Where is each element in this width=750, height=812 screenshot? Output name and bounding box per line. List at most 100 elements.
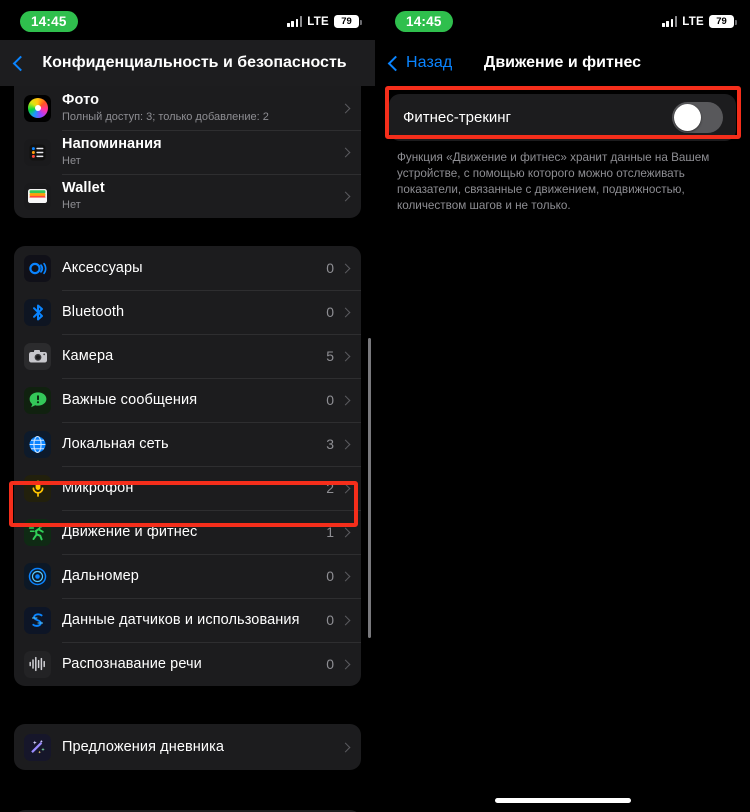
list-item[interactable]: Напоминания Нет <box>14 130 361 174</box>
list-item-text: Данные датчиков и использования <box>62 606 326 634</box>
list-item[interactable]: Bluetooth 0 <box>14 290 361 334</box>
chevron-right-icon <box>340 659 351 669</box>
list-item-text: Bluetooth <box>62 298 326 326</box>
right-phone-screen: 14:45 LTE 79 Назад Движение и фитнес Фит… <box>375 0 750 812</box>
status-indicators: LTE 79 <box>287 15 362 28</box>
motion-fitness-icon <box>24 518 51 546</box>
back-button-left[interactable] <box>0 55 29 71</box>
list-item-text: Напоминания Нет <box>62 131 342 173</box>
list-item[interactable]: Камера 5 <box>14 334 361 378</box>
signal-bars-icon <box>662 16 678 27</box>
page-title-left: Конфиденциальность и безопасность <box>42 54 347 71</box>
chevron-right-icon <box>340 742 351 752</box>
status-time: 14:45 <box>20 11 78 32</box>
chevron-right-icon <box>340 439 351 449</box>
scrollbar-thumb[interactable] <box>368 338 371 638</box>
photos-icon <box>24 94 51 122</box>
list-item[interactable]: Распознавание речи 0 <box>14 642 361 686</box>
list-item[interactable]: Фото Полный доступ: 3; только добавление… <box>14 86 361 130</box>
speech-recognition-icon <box>24 650 51 678</box>
list-item-title: Микрофон <box>62 480 134 496</box>
list-item-title: Аксессуары <box>62 260 143 276</box>
list-item[interactable]: Дальномер 0 <box>14 554 361 598</box>
list-item[interactable]: Микрофон 2 <box>14 466 361 510</box>
wallet-icon <box>24 182 51 210</box>
list-item-subtitle: Полный доступ: 3; только добавление: 2 <box>62 111 269 123</box>
battery-level: 79 <box>716 16 727 27</box>
chevron-right-icon <box>340 263 351 273</box>
list-item[interactable]: Wallet Нет <box>14 174 361 218</box>
list-item-text: Wallet Нет <box>62 175 342 217</box>
battery-icon: 79 <box>334 15 362 28</box>
dual-screenshot-container: 14:45 LTE 79 Конфиденциальность и безопа… <box>0 0 750 812</box>
list-item-title: Фото <box>62 92 100 108</box>
list-item-value: 0 <box>326 612 334 628</box>
reminders-icon <box>24 138 51 166</box>
signal-bars-icon <box>287 16 303 27</box>
home-indicator <box>494 798 631 803</box>
battery-icon: 79 <box>709 15 737 28</box>
chevron-right-icon <box>340 307 351 317</box>
list-item-text: Локальная сеть <box>62 430 326 458</box>
settings-scroll-area[interactable]: Фото Полный доступ: 3; только добавление… <box>0 86 375 812</box>
left-phone-screen: 14:45 LTE 79 Конфиденциальность и безопа… <box>0 0 375 812</box>
list-item-value: 0 <box>326 656 334 672</box>
accessories-icon <box>24 254 51 282</box>
list-item-value: 0 <box>326 260 334 276</box>
list-item-title: Распознавание речи <box>62 656 202 672</box>
back-button-right[interactable]: Назад <box>375 54 452 72</box>
fitness-tracking-toggle[interactable] <box>672 102 723 133</box>
chevron-right-icon <box>340 103 351 113</box>
camera-icon <box>24 342 51 370</box>
bluetooth-icon <box>24 298 51 326</box>
chevron-left-icon <box>12 55 29 71</box>
list-item-text: Фото Полный доступ: 3; только добавление… <box>62 87 342 129</box>
chevron-right-icon <box>340 191 351 201</box>
list-item-text: Микрофон <box>62 474 326 502</box>
list-item[interactable]: Аксессуары 0 <box>14 246 361 290</box>
list-item[interactable]: Важные сообщения 0 <box>14 378 361 422</box>
back-button-label: Назад <box>406 54 453 71</box>
list-item[interactable]: Локальная сеть 3 <box>14 422 361 466</box>
fitness-tracking-description: Функция «Движение и фитнес» хранит данны… <box>397 151 710 212</box>
local-network-icon <box>24 430 51 458</box>
list-item-value: 0 <box>326 304 334 320</box>
chevron-right-icon <box>340 615 351 625</box>
status-indicators: LTE 79 <box>662 15 737 28</box>
chevron-right-icon <box>340 483 351 493</box>
card-journal-suggestions: Предложения дневника <box>14 724 361 770</box>
critical-alerts-icon <box>24 386 51 414</box>
nav-bar-left: Конфиденциальность и безопасность <box>0 40 375 86</box>
list-item[interactable]: Данные датчиков и использования 0 <box>14 598 361 642</box>
chevron-right-icon <box>340 147 351 157</box>
sensor-data-icon <box>24 606 51 634</box>
list-item-title: Движение и фитнес <box>62 524 198 540</box>
list-item-value: 1 <box>326 524 334 540</box>
chevron-right-icon <box>340 527 351 537</box>
sidebar-item-motion-fitness[interactable]: Движение и фитнес 1 <box>14 510 361 554</box>
list-item-value: 2 <box>326 480 334 496</box>
journal-suggestions-icon <box>24 733 51 761</box>
list-item-title: Wallet <box>62 180 105 196</box>
nav-bar-right: Назад Движение и фитнес <box>375 40 750 86</box>
list-item-title: Важные сообщения <box>62 392 198 408</box>
card-system-permissions: Аксессуары 0 Bluetooth 0 Камера 5 Важные… <box>14 246 361 686</box>
carrier-label: LTE <box>682 15 704 28</box>
list-item-subtitle: Нет <box>62 199 81 211</box>
list-item-value: 0 <box>326 568 334 584</box>
sidebar-item-journal-suggestions[interactable]: Предложения дневника <box>14 724 361 770</box>
microphone-icon <box>24 474 51 502</box>
list-item-text: Важные сообщения <box>62 386 326 414</box>
status-bar-right: 14:45 LTE 79 <box>375 0 750 40</box>
list-item-text: Предложения дневника <box>62 733 342 761</box>
list-item-subtitle: Нет <box>62 155 81 167</box>
card-app-permissions: Фото Полный доступ: 3; только добавление… <box>14 86 361 218</box>
list-item-text: Аксессуары <box>62 254 326 282</box>
fitness-tracking-row[interactable]: Фитнес-трекинг <box>389 94 736 141</box>
status-bar-left: 14:45 LTE 79 <box>0 0 375 40</box>
list-item-value: 5 <box>326 348 334 364</box>
fitness-tracking-label: Фитнес-трекинг <box>403 109 512 126</box>
